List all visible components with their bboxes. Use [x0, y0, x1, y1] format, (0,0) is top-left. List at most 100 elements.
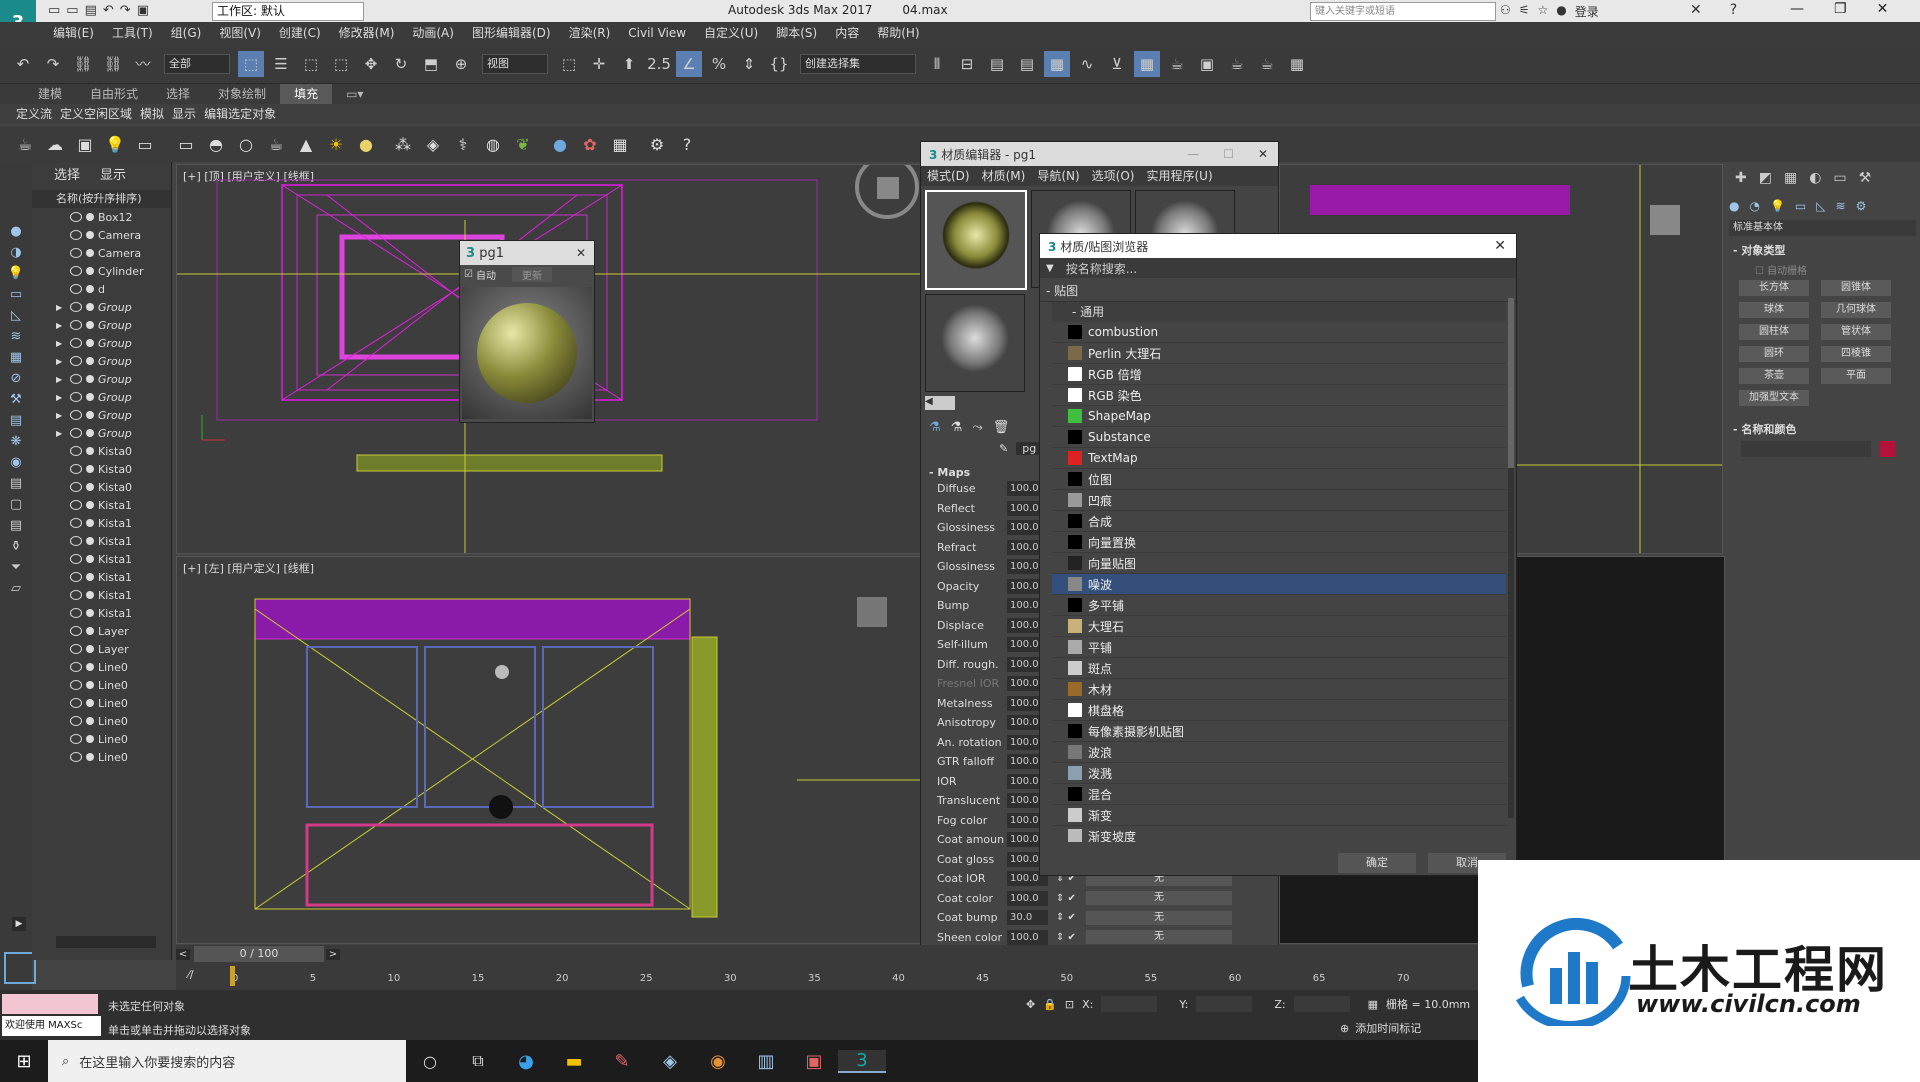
map-type-item[interactable]: Substance	[1052, 427, 1506, 448]
freeze-dot-icon[interactable]	[86, 411, 94, 419]
mated-menu-material[interactable]: 材质(M)	[976, 165, 1032, 187]
map-type-item[interactable]: RGB 倍增	[1052, 364, 1506, 385]
helpers-category-icon[interactable]: ◺	[1816, 199, 1825, 213]
browser-close-button[interactable]: ✕	[1494, 238, 1516, 254]
mated-close-button[interactable]: ✕	[1258, 147, 1268, 161]
filter-cameras-icon[interactable]: ▭	[10, 287, 22, 302]
project-icon[interactable]: ▣	[137, 3, 149, 18]
get-material-icon[interactable]: ⚗	[929, 420, 941, 435]
browser-options-icon[interactable]: ▼	[1046, 263, 1054, 274]
modify-tab-icon[interactable]: ◩	[1759, 170, 1772, 186]
time-next-icon[interactable]: >	[326, 948, 340, 960]
expand-arrow-icon[interactable]: ▶	[56, 321, 70, 330]
map-type-item[interactable]: 渐变坡度	[1052, 826, 1506, 842]
close-button[interactable]: ✕	[1877, 1, 1889, 17]
freeze-dot-icon[interactable]	[86, 393, 94, 401]
visibility-eye-icon[interactable]	[70, 644, 82, 654]
scene-list-item[interactable]: Kista1	[56, 532, 171, 550]
visibility-eye-icon[interactable]	[70, 302, 82, 312]
angle-snap-icon[interactable]: ∠	[676, 50, 702, 77]
rendered-frame-icon[interactable]: ▣	[1194, 51, 1220, 77]
palette-icon[interactable]: ✿	[578, 132, 602, 156]
maxscript-welcome[interactable]: 欢迎使用 MAXSc	[2, 1016, 101, 1036]
place-icon[interactable]: ⊕	[448, 51, 474, 77]
add-time-tag[interactable]: 添加时间标记	[1355, 1020, 1421, 1036]
display-tab-icon[interactable]: ▭	[1833, 170, 1846, 186]
tab-select[interactable]: 选择	[44, 164, 90, 188]
horizontal-scrollbar[interactable]	[56, 936, 156, 948]
globe-icon[interactable]: ◍	[481, 132, 505, 156]
update-button[interactable]: 更新	[511, 266, 552, 282]
new-file-icon[interactable]: ▭	[48, 3, 60, 18]
object-color-swatch[interactable]	[1879, 441, 1895, 457]
unlink-icon[interactable]: ⛓	[100, 51, 126, 77]
scene-list-item[interactable]: ▶ Group	[56, 352, 171, 370]
selection-lock-icon[interactable]: 🔒	[1043, 998, 1057, 1011]
scene-list-item[interactable]: ▶ Group	[56, 316, 171, 334]
light-icon[interactable]: 💡	[103, 132, 127, 156]
map-type-item[interactable]: TextMap	[1052, 448, 1506, 469]
freeze-dot-icon[interactable]	[86, 501, 94, 509]
curve-editor-icon[interactable]: ∿	[1074, 51, 1100, 77]
camera-icon[interactable]: ▭	[133, 132, 157, 156]
scene-list-item[interactable]: Kista0	[56, 478, 171, 496]
workspace-dropdown[interactable]: 工作区: 默认	[212, 2, 364, 21]
scene-list-item[interactable]: ▶ Group	[56, 370, 171, 388]
teapot-obj-icon[interactable]: ☕	[264, 132, 288, 156]
column-header-name[interactable]: 名称(按升序排序)	[32, 190, 171, 208]
freeze-dot-icon[interactable]	[86, 303, 94, 311]
scene-list-item[interactable]: Kista1	[56, 568, 171, 586]
restore-button[interactable]: ❐	[1834, 1, 1847, 17]
time-tag-icon[interactable]: ⊕	[1340, 1022, 1349, 1035]
visibility-eye-icon[interactable]	[70, 500, 82, 510]
maps-group-header[interactable]: - 贴图	[1040, 281, 1516, 302]
map-type-item[interactable]: 平铺	[1052, 637, 1506, 658]
plant-icon[interactable]: ❦	[511, 132, 535, 156]
freeze-dot-icon[interactable]	[86, 699, 94, 707]
app-icon-1[interactable]: ✎	[598, 1051, 646, 1072]
freeze-dot-icon[interactable]	[86, 465, 94, 473]
visibility-eye-icon[interactable]	[70, 626, 82, 636]
freeze-dot-icon[interactable]	[86, 483, 94, 491]
map-slot-button[interactable]: 无	[1086, 930, 1232, 945]
scale-icon[interactable]: ⬒	[418, 51, 444, 77]
teapot-icon[interactable]: ☕	[13, 132, 37, 156]
scene-list-item[interactable]: Layer	[56, 622, 171, 640]
menu-edit[interactable]: 编辑(E)	[44, 22, 103, 44]
scene-explorer-icon[interactable]: ▤	[1014, 51, 1040, 77]
delete-material-icon[interactable]: 🗑	[993, 420, 1010, 435]
map-type-item[interactable]: 向量置换	[1052, 532, 1506, 553]
menu-scripting[interactable]: 脚本(S)	[767, 22, 826, 44]
menu-animation[interactable]: 动画(A)	[403, 22, 463, 44]
tube-button[interactable]: 管状体	[1821, 324, 1891, 340]
visibility-eye-icon[interactable]	[70, 320, 82, 330]
map-type-item[interactable]: 混合	[1052, 784, 1506, 805]
scene-list-item[interactable]: Line0	[56, 712, 171, 730]
browser-search-input[interactable]: 按名称搜索...	[1066, 260, 1137, 277]
plane-icon[interactable]: ▭	[174, 132, 198, 156]
name-color-header[interactable]: - 名称和颜色	[1725, 417, 1920, 441]
menu-views[interactable]: 视图(V)	[210, 22, 270, 44]
visibility-eye-icon[interactable]	[70, 752, 82, 762]
z-coord-field[interactable]	[1293, 996, 1350, 1012]
map-enable-checkbox[interactable]: ⇕ ✔	[1056, 912, 1086, 923]
auto-grid-checkbox[interactable]: ☐ 自动栅格	[1725, 262, 1920, 277]
expand-arrow-icon[interactable]: ▶	[12, 917, 26, 931]
visibility-eye-icon[interactable]	[70, 356, 82, 366]
map-type-item[interactable]: 向量贴图	[1052, 553, 1506, 574]
filter-geometry-icon[interactable]: ●	[10, 224, 21, 239]
map-type-item[interactable]: RGB 染色	[1052, 385, 1506, 406]
undo-icon[interactable]: ↶	[10, 51, 36, 77]
filter-containers-icon[interactable]: ▤	[10, 413, 22, 428]
browser-scrollbar[interactable]	[1508, 298, 1514, 818]
menu-customize[interactable]: 自定义(U)	[695, 22, 767, 44]
map-type-item[interactable]: 噪波	[1052, 574, 1506, 595]
freeze-dot-icon[interactable]	[86, 663, 94, 671]
help-icon[interactable]: ?	[1730, 2, 1737, 18]
visibility-eye-icon[interactable]	[70, 698, 82, 708]
utilities-tab-icon[interactable]: ⚒	[1859, 170, 1872, 186]
auto-checkbox[interactable]: ☑	[464, 269, 473, 280]
particles-icon[interactable]: ⁂	[391, 132, 415, 156]
visibility-eye-icon[interactable]	[70, 374, 82, 384]
notepad-icon[interactable]: ▥	[742, 1051, 790, 1072]
